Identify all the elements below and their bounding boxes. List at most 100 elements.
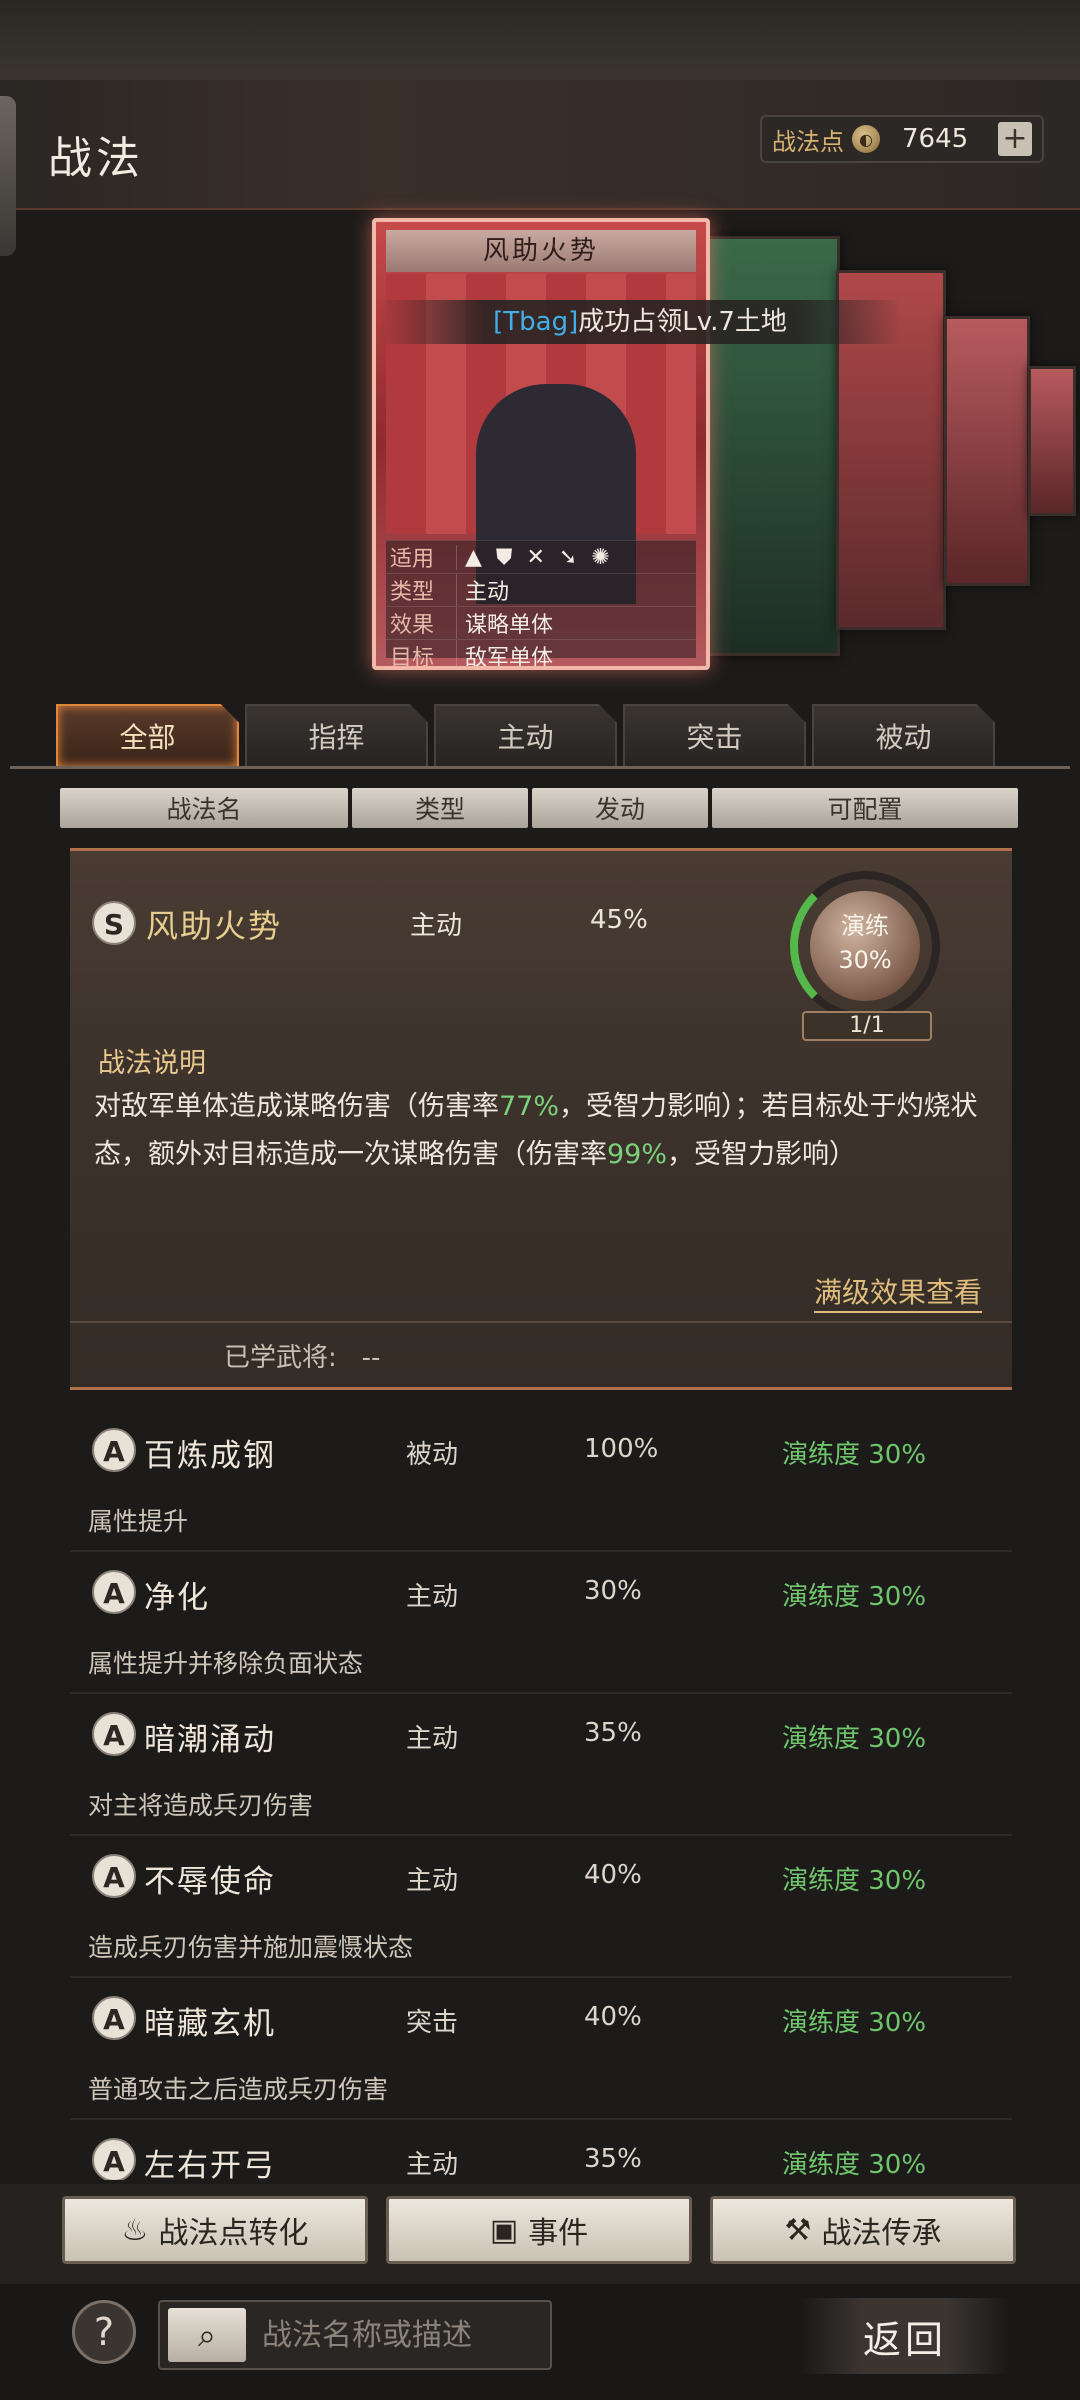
tactic-desc: 属性提升 — [88, 1507, 189, 1536]
damage-rate-1: 77% — [499, 1091, 560, 1122]
bow-icon: ✕ — [526, 544, 545, 570]
cavalry-icon: ▲ — [465, 544, 482, 570]
add-points-button[interactable]: + — [998, 122, 1032, 156]
wheel-icon: ✺ — [591, 544, 610, 570]
search-bar: ⌕ — [158, 2300, 552, 2370]
card-title: 风助火势 — [386, 230, 696, 272]
points-value: 7645 — [902, 124, 969, 154]
card-info: 适用 ▲ ⛊ ✕ ➘ ✺ 类型 主动 效果 谋略单体 目标 敌军单体 — [386, 540, 696, 666]
drill-value: 30% — [838, 946, 892, 974]
tactic-desc: 普通攻击之后造成兵刃伤害 — [88, 2075, 389, 2104]
tactic-points-box: 战法点 ◐ 7645 + — [760, 115, 1044, 163]
shield-icon: ⛊ — [495, 544, 513, 570]
list-item[interactable]: A 百炼成钢 被动 100% 演练度 30% 属性提升 — [70, 1410, 1012, 1552]
grade-badge: A — [92, 2138, 136, 2180]
grade-badge: S — [92, 901, 136, 945]
page-title: 战法 — [48, 133, 144, 184]
selected-tactic-rate: 45% — [590, 905, 648, 935]
list-item[interactable]: A 不辱使命 主动 40% 演练度 30% 造成兵刃伤害并施加震慑状态 — [70, 1836, 1012, 1978]
action-bar: ♨ 战法点转化 ▣ 事件 ⚒ 战法传承 — [0, 2184, 1080, 2284]
tactic-rate: 40% — [584, 1860, 642, 1890]
tactic-drill: 演练度 30% — [782, 1866, 927, 1896]
convert-points-button[interactable]: ♨ 战法点转化 — [62, 2196, 368, 2264]
tactic-type: 被动 — [406, 1440, 459, 1470]
card-preview-4[interactable] — [944, 316, 1030, 586]
selected-tactic-card[interactable]: 风助火势 适用 ▲ ⛊ ✕ ➘ ✺ 类型 主动 效果 谋略单体 目标 敌军单体 — [372, 218, 710, 670]
drill-button[interactable]: 演练 30% 1/1 — [790, 861, 960, 1041]
list-item[interactable]: A 净化 主动 30% 演练度 30% 属性提升并移除负面状态 — [70, 1552, 1012, 1694]
points-label: 战法点 — [772, 127, 844, 156]
list-item[interactable]: A 左右开弓 主动 35% 演练度 30% — [70, 2120, 1012, 2180]
tactic-name: 暗藏玄机 — [144, 2006, 276, 2042]
card-row-effect: 效果 谋略单体 — [386, 606, 696, 639]
learned-divider — [70, 1321, 1012, 1323]
list-item[interactable]: A 暗藏玄机 突击 40% 演练度 30% 普通攻击之后造成兵刃伤害 — [70, 1978, 1012, 2120]
header-accent — [0, 96, 16, 256]
tactic-drill: 演练度 30% — [782, 2150, 927, 2180]
tactic-rate: 40% — [584, 2002, 642, 2032]
tactic-type: 突击 — [406, 2008, 459, 2038]
tactic-rate: 30% — [584, 1576, 642, 1606]
grade-badge: A — [92, 1996, 136, 2040]
tactic-list: A 百炼成钢 被动 100% 演练度 30% 属性提升 A 净化 主动 30% … — [70, 1410, 1012, 2180]
tactic-name: 左右开弓 — [144, 2148, 276, 2180]
drill-knob: 演练 30% — [810, 891, 920, 1001]
tactic-drill: 演练度 30% — [782, 1724, 927, 1754]
tactic-rate: 35% — [584, 1718, 642, 1748]
selected-tactic-name: 风助火势 — [146, 907, 283, 945]
back-button[interactable]: 返回 — [800, 2298, 1010, 2374]
card-row-target: 目标 敌军单体 — [386, 639, 696, 666]
selected-tactic-type: 主动 — [410, 911, 463, 941]
events-button[interactable]: ▣ 事件 — [386, 2196, 692, 2264]
tactic-point-coin-icon: ◐ — [852, 125, 880, 153]
tab-active[interactable]: 主动 — [434, 704, 617, 766]
notice-player: [Tbag] — [493, 307, 579, 337]
tactic-desc: 造成兵刃伤害并施加震慑状态 — [88, 1933, 414, 1962]
list-item[interactable]: A 暗潮涌动 主动 35% 演练度 30% 对主将造成兵刃伤害 — [70, 1694, 1012, 1836]
tactic-type: 主动 — [406, 1582, 459, 1612]
tactic-rate: 100% — [584, 1434, 659, 1464]
tactic-name: 百炼成钢 — [144, 1438, 276, 1474]
notice-message: 成功占领Lv.7土地 — [578, 307, 787, 337]
grade-badge: A — [92, 1428, 136, 1472]
card-preview-5[interactable] — [1028, 366, 1076, 516]
search-button[interactable]: ⌕ — [168, 2308, 246, 2362]
help-button[interactable]: ? — [72, 2300, 136, 2364]
tab-all[interactable]: 全部 — [56, 704, 239, 766]
learned-generals: 已学武将: -- — [224, 1343, 381, 1373]
tactic-name: 暗潮涌动 — [144, 1722, 276, 1758]
column-rate[interactable]: 发动 — [532, 788, 708, 828]
search-input[interactable] — [262, 2317, 542, 2353]
spear-icon: ➘ — [558, 544, 578, 570]
world-notice-banner: [Tbag]成功占领Lv.7土地 — [380, 300, 900, 344]
description-text: 对敌军单体造成谋略伤害（伤害率77%，受智力影响）；若目标处于灼烧状态，额外对目… — [94, 1091, 978, 1170]
tactic-type: 主动 — [406, 1866, 459, 1896]
max-level-effect-link[interactable]: 满级效果查看 — [813, 1271, 982, 1313]
tab-command[interactable]: 指挥 — [245, 704, 428, 766]
column-name[interactable]: 战法名 — [60, 788, 348, 828]
card-preview-2[interactable] — [700, 236, 840, 656]
tactic-name: 不辱使命 — [144, 1864, 276, 1900]
drill-label: 演练 — [841, 912, 889, 940]
selected-tactic-row[interactable]: S 风助火势 主动 45% 演练 30% 1/1 — [70, 871, 1012, 1041]
tactic-desc: 对主将造成兵刃伤害 — [88, 1791, 314, 1820]
column-type[interactable]: 类型 — [352, 788, 528, 828]
inherit-button[interactable]: ⚒ 战法传承 — [710, 2196, 1016, 2264]
tactic-type: 主动 — [406, 2150, 459, 2180]
tactic-type: 主动 — [406, 1724, 459, 1754]
card-row-applicable: 适用 ▲ ⛊ ✕ ➘ ✺ — [386, 540, 696, 573]
tactic-name: 净化 — [144, 1580, 210, 1616]
selected-tactic-detail: S 风助火势 主动 45% 演练 30% 1/1 战法说明 对敌军单体造成谋略伤… — [70, 848, 1012, 1390]
column-header: 战法名 类型 发动 可配置 — [60, 788, 1018, 828]
flame-icon: ♨ — [121, 2212, 149, 2248]
tab-assault[interactable]: 突击 — [623, 704, 806, 766]
category-tabs: 全部 指挥 主动 突击 被动 — [56, 704, 995, 766]
description-title: 战法说明 — [98, 1048, 206, 1079]
grade-badge: A — [92, 1854, 136, 1898]
hammer-icon: ⚒ — [784, 2212, 812, 2248]
card-row-type: 类型 主动 — [386, 573, 696, 606]
column-configurable[interactable]: 可配置 — [712, 788, 1018, 828]
tab-passive[interactable]: 被动 — [812, 704, 995, 766]
tactic-desc: 属性提升并移除负面状态 — [88, 1649, 364, 1678]
grade-badge: A — [92, 1570, 136, 1614]
